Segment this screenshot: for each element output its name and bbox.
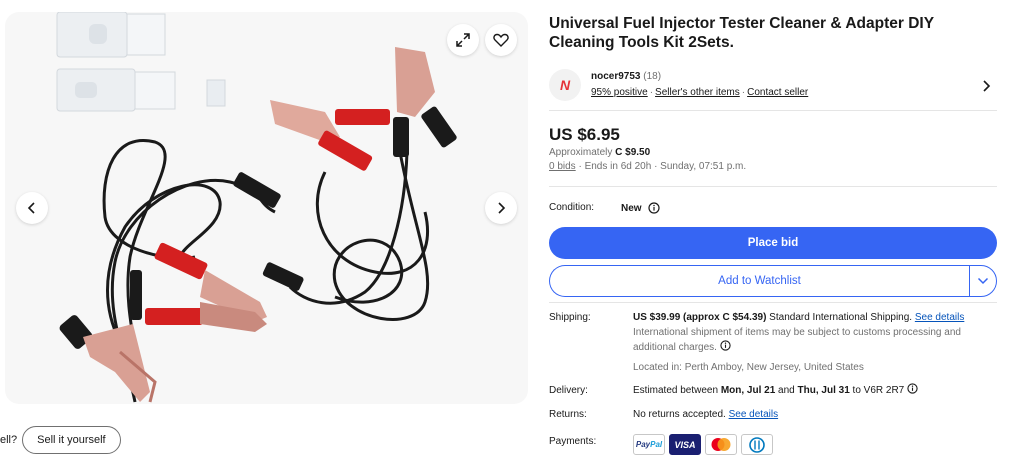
item-title: Universal Fuel Injector Tester Cleaner &… [549, 15, 934, 51]
seller-card[interactable]: N nocer9753 (18) 95% positive · Seller's o… [549, 69, 997, 111]
customs-note: International shipment of items may be s… [633, 327, 961, 353]
heart-icon [493, 33, 509, 47]
sell-prompt-row: ell? Sell it yourself [0, 426, 121, 454]
place-bid-button[interactable]: Place bid [549, 227, 997, 259]
contact-seller-link[interactable]: Contact seller [747, 87, 808, 98]
info-icon[interactable] [907, 383, 918, 394]
returns-label: Returns: [549, 409, 587, 420]
favorite-button[interactable] [485, 24, 517, 56]
bids-and-end-time: 0 bids · Ends in 6d 20h · Sunday, 07:51 … [549, 161, 747, 172]
info-icon[interactable] [720, 340, 731, 351]
item-location: Located in: Perth Amboy, New Jersey, Uni… [633, 362, 864, 373]
seller-avatar[interactable]: N [549, 69, 581, 101]
shipping-value: US $39.99 (approx C $54.39) Standard Int… [633, 310, 997, 375]
seller-links: 95% positive · Seller's other items · Contac… [591, 87, 809, 98]
product-image-gallery[interactable] [5, 12, 528, 404]
chevron-down-icon [977, 277, 989, 285]
condition-value: New [621, 202, 660, 214]
info-icon[interactable] [647, 202, 660, 214]
divider [549, 302, 997, 303]
expand-icon [456, 33, 470, 47]
seller-other-items-link[interactable]: Seller's other items [655, 87, 740, 98]
shipping-details-link[interactable]: See details [915, 312, 964, 323]
diners-club-icon [741, 434, 773, 455]
payment-methods: PayPal VISA [633, 434, 773, 455]
add-to-watchlist-button[interactable]: Add to Watchlist [549, 265, 969, 297]
paypal-icon: PayPal [633, 434, 665, 455]
divider [549, 110, 997, 111]
bids-link[interactable]: 0 bids [549, 161, 576, 172]
watchlist-dropdown-button[interactable] [969, 265, 997, 297]
approx-price: Approximately C $9.50 [549, 147, 651, 158]
returns-value: No returns accepted. See details [633, 409, 779, 420]
sell-it-yourself-button[interactable]: Sell it yourself [22, 426, 121, 454]
seller-positive-link[interactable]: 95% positive [591, 87, 648, 98]
chevron-right-icon [498, 202, 506, 214]
seller-feedback-count: (18) [643, 71, 662, 82]
product-image [56, 12, 457, 403]
shipping-label: Shipping: [549, 312, 591, 323]
watchlist-button-group: Add to Watchlist [549, 265, 997, 297]
returns-details-link[interactable]: See details [729, 409, 778, 420]
sell-prompt-text: ell? [0, 434, 18, 446]
delivery-label: Delivery: [549, 385, 588, 396]
condition-label: Condition: [549, 202, 595, 213]
next-image-button[interactable] [485, 192, 517, 224]
seller-name[interactable]: nocer9753 [591, 71, 640, 82]
seller-name-line: nocer9753 (18) [591, 71, 661, 82]
seller-logo-letter: N [559, 77, 571, 93]
item-info-panel: Universal Fuel Injector Tester Cleaner &… [549, 14, 997, 455]
payments-label: Payments: [549, 436, 597, 447]
chevron-right-icon[interactable] [981, 79, 991, 93]
mastercard-icon [705, 434, 737, 455]
divider [549, 186, 997, 187]
item-price: US $6.95 [549, 125, 620, 144]
visa-icon: VISA [669, 434, 701, 455]
chevron-left-icon [27, 202, 35, 214]
shipping-cost: US $39.99 (approx C $54.39) [633, 312, 767, 323]
delivery-value: Estimated between Mon, Jul 21 and Thu, J… [633, 383, 997, 398]
previous-image-button[interactable] [16, 192, 48, 224]
expand-image-button[interactable] [447, 24, 479, 56]
